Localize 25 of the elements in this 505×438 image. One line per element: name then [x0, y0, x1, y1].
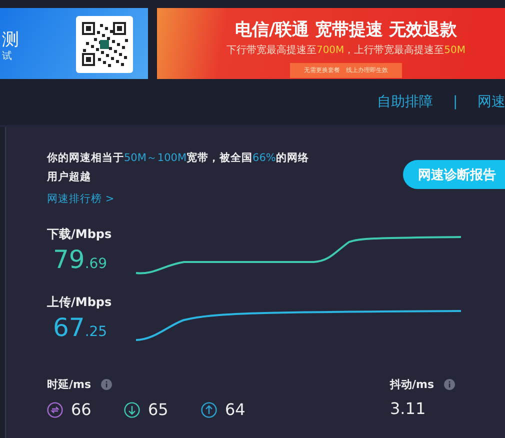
- download-icon: [124, 402, 140, 418]
- ranking-link[interactable]: 网速排行榜 >: [47, 193, 114, 205]
- speed-value: 79.69: [52, 244, 108, 276]
- exchange-icon: [47, 402, 63, 418]
- promo-subtitle: 下行带宽最高提速至700M，上行带宽最高提速至50M: [225, 44, 466, 58]
- speed-value: 67.25: [52, 312, 108, 344]
- latency-value: 66: [71, 400, 92, 419]
- nav-link[interactable]: 网速: [478, 93, 505, 111]
- upload-icon: [201, 402, 217, 418]
- promo-title: 电信/联通 宽带提速 无效退款: [234, 20, 458, 40]
- metric-label: 上传/Mbps: [47, 294, 113, 311]
- qr-code-icon: [76, 16, 133, 73]
- metric-label: 下载/Mbps: [47, 226, 113, 243]
- latency-value: 64: [225, 400, 246, 419]
- jitter-value: 3.11: [390, 399, 427, 418]
- nav-separator: |: [453, 94, 458, 110]
- latency-value: 65: [148, 400, 168, 419]
- info-icon[interactable]: [101, 379, 112, 390]
- speed-summary: 你的网速相当于50M～100M宽带，被全国66%的网络用户超越: [47, 150, 310, 185]
- nav-link[interactable]: 自助排障: [377, 93, 433, 111]
- jitter-label: 抖动/ms: [390, 377, 434, 392]
- banner-title: 测: [2, 30, 19, 50]
- info-icon[interactable]: [444, 379, 456, 390]
- latency-label: 时延/ms: [47, 377, 92, 392]
- banner-subtitle: 试: [2, 50, 13, 64]
